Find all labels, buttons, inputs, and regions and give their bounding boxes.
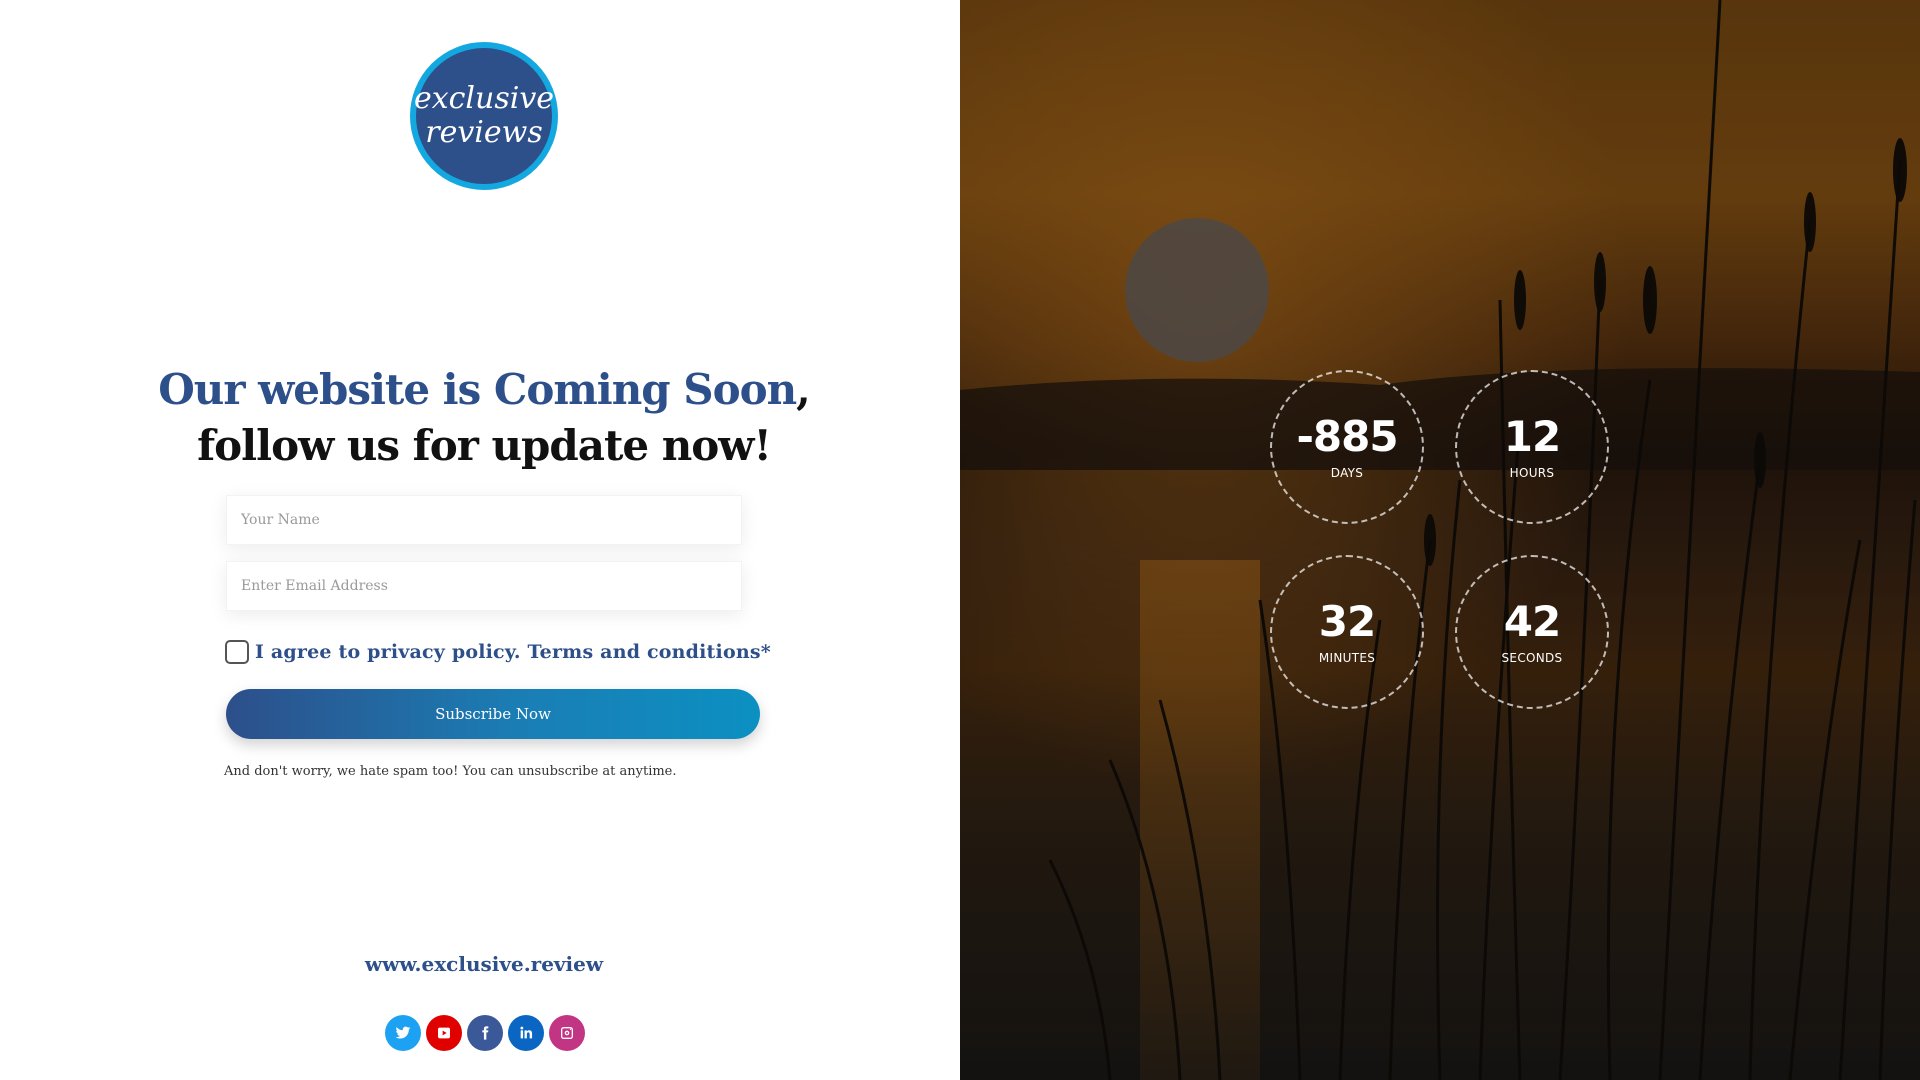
instagram-icon[interactable] (549, 1015, 585, 1051)
days-value: -885 (1296, 412, 1398, 461)
brand-logo[interactable]: exclusive reviews (410, 42, 558, 190)
days-label: DAYS (1330, 466, 1364, 480)
site-url-link[interactable]: www.exclusive.review (0, 952, 968, 976)
minutes-value: 32 (1318, 597, 1376, 646)
seconds-label: SECONDS (1501, 651, 1563, 665)
headline-comma: , (796, 365, 811, 414)
left-panel: exclusive reviews Our website is Coming … (0, 0, 960, 1080)
linkedin-icon[interactable] (508, 1015, 544, 1051)
privacy-checkbox[interactable] (225, 640, 249, 664)
email-field[interactable] (226, 561, 742, 611)
countdown-seconds: 42 SECONDS (1455, 555, 1609, 709)
spam-note: And don't worry, we hate spam too! You c… (224, 764, 677, 779)
countdown-minutes: 32 MINUTES (1270, 555, 1424, 709)
agree-row: I agree to privacy policy. Terms and con… (225, 640, 771, 664)
hours-label: HOURS (1509, 466, 1555, 480)
hours-value: 12 (1503, 412, 1561, 461)
page-headline: Our website is Coming Soon, follow us fo… (0, 362, 968, 474)
headline-highlight: Our website is Coming Soon (158, 365, 797, 414)
twitter-icon[interactable] (385, 1015, 421, 1051)
subscribe-button[interactable]: Subscribe Now (226, 689, 760, 739)
minutes-label: MINUTES (1318, 651, 1376, 665)
logo-line1: exclusive (413, 81, 555, 116)
agree-label[interactable]: I agree to privacy policy. Terms and con… (255, 641, 771, 663)
seconds-value: 42 (1503, 597, 1561, 646)
countdown-hours: 12 HOURS (1455, 370, 1609, 524)
facebook-icon[interactable] (467, 1015, 503, 1051)
social-links (385, 1015, 585, 1051)
youtube-icon[interactable] (426, 1015, 462, 1051)
headline-line2: follow us for update now! (197, 421, 772, 470)
countdown-days: -885 DAYS (1270, 370, 1424, 524)
name-field[interactable] (226, 495, 742, 545)
logo-line2: reviews (425, 115, 543, 150)
sunset-background: -885 DAYS 12 HOURS 32 MINUTES 42 SECONDS (960, 0, 1920, 1080)
sunset-reeds-image (960, 0, 1920, 1080)
